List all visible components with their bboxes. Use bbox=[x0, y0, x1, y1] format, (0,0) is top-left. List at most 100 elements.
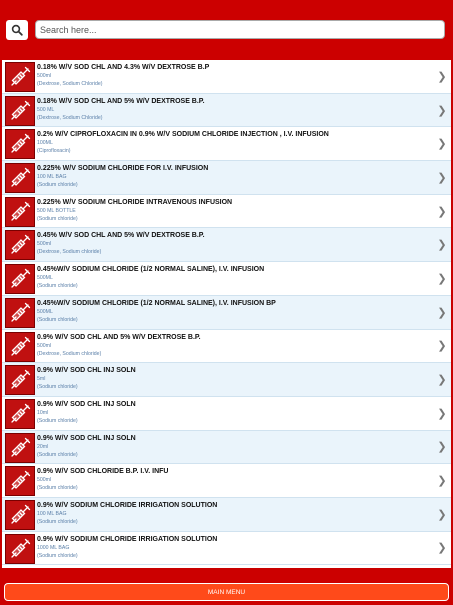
item-title: 0.9% W/V SOD CHL INJ SOLN bbox=[37, 367, 136, 375]
syringe-icon bbox=[5, 264, 35, 295]
item-ingredients: (Sodium chloride) bbox=[37, 316, 78, 323]
item-ingredients: (Sodium chloride) bbox=[37, 182, 78, 189]
syringe-icon bbox=[5, 398, 35, 429]
item-volume: 1000 ML BAG bbox=[37, 544, 70, 551]
syringe-icon bbox=[5, 95, 35, 126]
list-item[interactable]: 0.18% W/V SOD CHL AND 4.3% W/V DEXTROSE … bbox=[2, 60, 451, 94]
list-item-text: 0.45%W/V SODIUM CHLORIDE (1/2 NORMAL SAL… bbox=[37, 296, 436, 329]
item-title: 0.45%W/V SODIUM CHLORIDE (1/2 NORMAL SAL… bbox=[37, 266, 265, 274]
chevron-right-icon: ❯ bbox=[437, 171, 447, 184]
chevron-right-icon: ❯ bbox=[437, 70, 447, 83]
search-input[interactable] bbox=[35, 20, 445, 39]
main-menu-button[interactable]: MAIN MENU bbox=[4, 583, 449, 601]
list-item[interactable]: 0.18% W/V SOD CHL AND 5% W/V DEXTROSE B.… bbox=[2, 93, 451, 128]
search-button[interactable] bbox=[6, 20, 28, 40]
item-title: 0.9% W/V SOD CHL AND 5% W/V DEXTROSE B.P… bbox=[37, 333, 201, 341]
item-title: 0.45%W/V SODIUM CHLORIDE (1/2 NORMAL SAL… bbox=[37, 299, 276, 307]
list-item-text: 0.45%W/V SODIUM CHLORIDE (1/2 NORMAL SAL… bbox=[37, 262, 436, 295]
item-title: 0.9% W/V SODIUM CHLORIDE IRRIGATION SOLU… bbox=[37, 535, 218, 543]
item-title: 0.9% W/V SOD CHLORIDE B.P. I.V. INFU bbox=[37, 468, 169, 476]
item-title: 0.2% W/V CIPROFLOXACIN IN 0.9% W/V SODIU… bbox=[37, 131, 329, 139]
item-ingredients: (Sodium chloride) bbox=[37, 283, 78, 290]
syringe-icon bbox=[5, 432, 35, 463]
item-title: 0.9% W/V SOD CHL INJ SOLN bbox=[37, 434, 136, 442]
list-item-text: 0.9% W/V SODIUM CHLORIDE IRRIGATION SOLU… bbox=[37, 498, 436, 531]
list-item[interactable]: 0.9% W/V SOD CHL INJ SOLN 20ml (Sodium c… bbox=[2, 430, 451, 465]
list-item-text: 0.9% W/V SOD CHL INJ SOLN 10ml (Sodium c… bbox=[37, 397, 436, 430]
item-ingredients: (Sodium chloride) bbox=[37, 485, 78, 492]
list-item[interactable]: 0.9% W/V SOD CHLORIDE B.P. I.V. INFU 500… bbox=[2, 464, 451, 498]
list-item[interactable]: 0.9% W/V SODIUM CHLORIDE IRRIGATION SOLU… bbox=[2, 497, 451, 532]
item-ingredients: (Sodium chloride) bbox=[37, 384, 78, 391]
item-volume: 100ML bbox=[37, 140, 53, 147]
list-item-text: 0.45% W/V SOD CHL AND 5% W/V DEXTROSE B.… bbox=[37, 228, 436, 261]
item-ingredients: (Ciprofloxacin) bbox=[37, 148, 71, 155]
item-ingredients: (Sodium chloride) bbox=[37, 552, 78, 559]
item-ingredients: (Dextrose, Sodium chloride) bbox=[37, 249, 102, 256]
syringe-icon bbox=[5, 62, 35, 92]
item-volume: 500 ML BOTTLE bbox=[37, 207, 76, 214]
chevron-right-icon: ❯ bbox=[437, 475, 447, 488]
list-item[interactable]: 0.9% W/V SODIUM CHLORIDE IRRIGATION SOLU… bbox=[2, 531, 451, 566]
list-item[interactable]: 0.45% W/V SOD CHL AND 5% W/V DEXTROSE B.… bbox=[2, 228, 451, 263]
list-item-text: 0.9% W/V SOD CHL AND 5% W/V DEXTROSE B.P… bbox=[37, 330, 436, 363]
syringe-icon bbox=[5, 230, 35, 261]
syringe-icon bbox=[5, 365, 35, 396]
search-icon bbox=[11, 24, 23, 36]
item-volume: 100 ML BAG bbox=[37, 510, 67, 517]
list-item-text: 0.9% W/V SODIUM CHLORIDE IRRIGATION SOLU… bbox=[37, 532, 436, 565]
item-volume: 500ML bbox=[37, 275, 53, 282]
item-volume: 500ml bbox=[37, 241, 52, 248]
list-item[interactable]: 0.45%W/V SODIUM CHLORIDE (1/2 NORMAL SAL… bbox=[2, 295, 451, 330]
item-title: 0.225% W/V SODIUM CHLORIDE FOR I.V. INFU… bbox=[37, 165, 209, 173]
item-volume: 20ml bbox=[37, 443, 49, 450]
item-volume: 500ml bbox=[37, 477, 52, 484]
syringe-icon bbox=[5, 297, 35, 328]
item-volume: 5ml bbox=[37, 376, 46, 383]
chevron-right-icon: ❯ bbox=[437, 104, 447, 117]
item-ingredients: (Dextrose, Sodium Chloride) bbox=[37, 114, 103, 121]
item-volume: 10ml bbox=[37, 409, 49, 416]
list-item[interactable]: 0.225% W/V SODIUM CHLORIDE FOR I.V. INFU… bbox=[2, 161, 451, 195]
list-item[interactable]: 0.225% W/V SODIUM CHLORIDE INTRAVENOUS I… bbox=[2, 194, 451, 229]
list-item[interactable]: 0.2% W/V CIPROFLOXACIN IN 0.9% W/V SODIU… bbox=[2, 127, 451, 162]
chevron-right-icon: ❯ bbox=[437, 441, 447, 454]
list-item-text: 0.9% W/V SOD CHL INJ SOLN 20ml (Sodium c… bbox=[37, 431, 436, 464]
chevron-right-icon: ❯ bbox=[437, 374, 447, 387]
app-screen: 0.18% W/V SOD CHL AND 4.3% W/V DEXTROSE … bbox=[0, 0, 453, 605]
chevron-right-icon: ❯ bbox=[437, 306, 447, 319]
item-volume: 500ml bbox=[37, 342, 52, 349]
chevron-right-icon: ❯ bbox=[437, 542, 447, 555]
chevron-right-icon: ❯ bbox=[437, 205, 447, 218]
list-item-text: 0.18% W/V SOD CHL AND 4.3% W/V DEXTROSE … bbox=[37, 60, 436, 93]
list-item-text: 0.2% W/V CIPROFLOXACIN IN 0.9% W/V SODIU… bbox=[37, 127, 436, 160]
syringe-icon bbox=[5, 196, 35, 227]
syringe-icon bbox=[5, 499, 35, 530]
item-ingredients: (Dextrose, Sodium chloride) bbox=[37, 350, 102, 357]
syringe-icon bbox=[5, 533, 35, 564]
syringe-icon bbox=[5, 331, 35, 362]
list-item[interactable]: 0.9% W/V SOD CHL INJ SOLN 5ml (Sodium ch… bbox=[2, 363, 451, 397]
item-title: 0.225% W/V SODIUM CHLORIDE INTRAVENOUS I… bbox=[37, 198, 233, 206]
list-item[interactable]: 0.9% W/V SOD CHL AND 5% W/V DEXTROSE B.P… bbox=[2, 329, 451, 364]
item-ingredients: (Sodium chloride) bbox=[37, 215, 78, 222]
list-item-text: 0.9% W/V SOD CHL INJ SOLN 5ml (Sodium ch… bbox=[37, 363, 436, 396]
syringe-icon bbox=[5, 163, 35, 194]
list-item[interactable]: 0.45%W/V SODIUM CHLORIDE (1/2 NORMAL SAL… bbox=[2, 262, 451, 296]
chevron-right-icon: ❯ bbox=[437, 272, 447, 285]
chevron-right-icon: ❯ bbox=[437, 138, 447, 151]
chevron-right-icon: ❯ bbox=[437, 340, 447, 353]
item-volume: 500ML bbox=[37, 308, 53, 315]
item-title: 0.9% W/V SOD CHL INJ SOLN bbox=[37, 400, 136, 408]
chevron-right-icon: ❯ bbox=[437, 508, 447, 521]
list-item-text: 0.18% W/V SOD CHL AND 5% W/V DEXTROSE B.… bbox=[37, 94, 436, 127]
item-ingredients: (Dextrose, Sodium Chloride) bbox=[37, 81, 103, 87]
item-ingredients: (Sodium chloride) bbox=[37, 417, 78, 424]
chevron-right-icon: ❯ bbox=[437, 239, 447, 252]
item-title: 0.18% W/V SOD CHL AND 4.3% W/V DEXTROSE … bbox=[37, 64, 210, 71]
medicine-list[interactable]: 0.18% W/V SOD CHL AND 4.3% W/V DEXTROSE … bbox=[2, 60, 451, 568]
syringe-icon bbox=[5, 129, 35, 160]
item-title: 0.9% W/V SODIUM CHLORIDE IRRIGATION SOLU… bbox=[37, 501, 218, 509]
list-item-text: 0.225% W/V SODIUM CHLORIDE INTRAVENOUS I… bbox=[37, 195, 436, 228]
list-item[interactable]: 0.9% W/V SOD CHL INJ SOLN 10ml (Sodium c… bbox=[2, 396, 451, 431]
